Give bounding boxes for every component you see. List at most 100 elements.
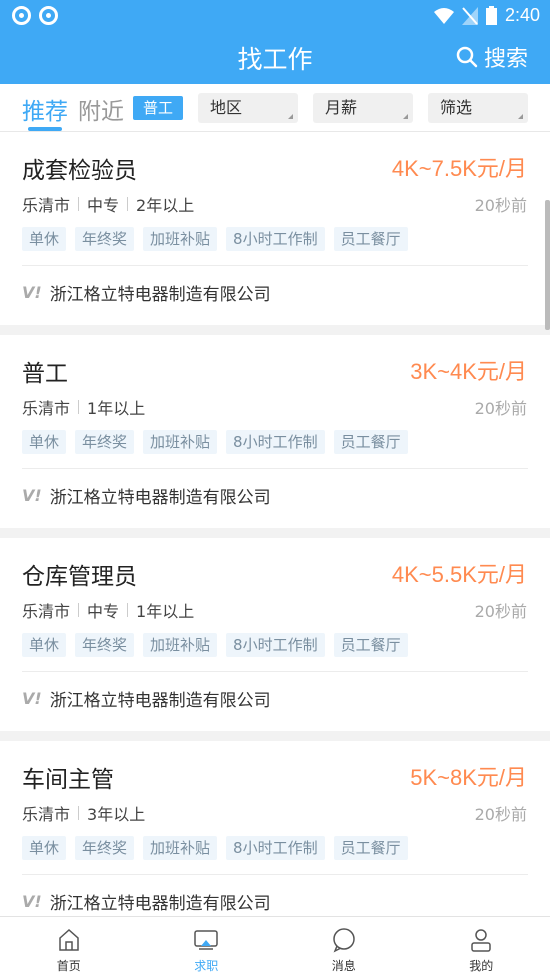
company-name: 浙江格立特电器制造有限公司 [49,488,271,508]
company-name: 浙江格立特电器制造有限公司 [49,894,271,914]
wifi-icon [433,7,454,24]
job-title: 仓库管理员 [22,564,137,590]
tab-recommend[interactable]: 推荐 [22,92,68,126]
job-experience: 1年以上 [87,399,146,418]
job-tag: 加班补贴 [143,430,218,454]
message-icon [333,928,355,953]
job-tag: 单休 [22,227,67,251]
filter-bar: 推荐 附近 普工 地区 月薪 筛选 [0,84,550,132]
company-row[interactable]: V! 浙江格立特电器制造有限公司 [22,280,271,305]
job-posted-time: 20秒前 [474,602,527,621]
job-title: 成套检验员 [22,158,137,184]
search-button[interactable]: 搜索 [456,41,528,73]
dropdown-arrow-icon [518,114,523,119]
dropdown-arrow-icon [403,114,408,119]
job-tag: 单休 [22,430,67,454]
region-dropdown[interactable]: 地区 [198,93,298,123]
filter-dropdown[interactable]: 筛选 [428,93,528,123]
company-name: 浙江格立特电器制造有限公司 [49,285,271,305]
job-meta: 乐清市 3年以上 [22,801,145,825]
verified-company-icon: V! [22,283,42,302]
job-tag: 员工餐厅 [333,430,408,454]
job-tag: 员工餐厅 [333,836,408,860]
job-tag: 8小时工作制 [226,633,325,657]
no-signal-icon [461,6,478,25]
home-icon [59,928,79,951]
job-search-icon [194,930,218,950]
job-location: 乐清市 [22,196,71,215]
filter-dropdown-label: 筛选 [440,98,473,117]
job-tag: 年终奖 [75,227,135,251]
job-salary: 4K~5.5K元/月 [391,562,527,587]
tab-nearby[interactable]: 附近 [78,92,124,126]
category-chip[interactable]: 普工 [133,96,183,120]
nav-profile[interactable]: 我的 [413,917,550,978]
verified-company-icon: V! [22,486,42,505]
job-education: 中专 [87,602,120,621]
job-posted-time: 20秒前 [474,196,527,215]
verified-company-icon: V! [22,689,42,708]
battery-icon [485,6,497,25]
active-tab-indicator [28,127,62,131]
job-tag: 年终奖 [75,633,135,657]
bottom-nav: 首页 求职 消息 我的 [0,916,550,978]
job-posted-time: 20秒前 [474,805,527,824]
status-time: 2:40 [504,5,540,25]
job-card[interactable]: 普工 3K~4K元/月 乐清市 1年以上 20秒前 单休 年终奖 加班补贴 8小… [0,335,550,528]
company-name: 浙江格立特电器制造有限公司 [49,691,271,711]
job-list[interactable]: 成套检验员 4K~7.5K元/月 乐清市 中专 2年以上 20秒前 单休 年终奖… [0,132,550,916]
divider [22,265,528,266]
job-tags: 单休 年终奖 加班补贴 8小时工作制 员工餐厅 [22,227,408,251]
company-row[interactable]: V! 浙江格立特电器制造有限公司 [22,686,271,711]
region-dropdown-label: 地区 [210,98,243,117]
job-tag: 员工餐厅 [333,633,408,657]
job-card[interactable]: 成套检验员 4K~7.5K元/月 乐清市 中专 2年以上 20秒前 单休 年终奖… [0,132,550,325]
job-location: 乐清市 [22,399,71,418]
divider [22,874,528,875]
nav-home-label: 首页 [56,959,81,973]
nav-home[interactable]: 首页 [0,917,138,978]
job-salary: 3K~4K元/月 [410,359,527,384]
job-salary: 5K~8K元/月 [410,765,527,790]
job-location: 乐清市 [22,805,71,824]
job-meta: 乐清市 中专 1年以上 [22,598,194,622]
job-card[interactable]: 车间主管 5K~8K元/月 乐清市 3年以上 20秒前 单休 年终奖 加班补贴 … [0,741,550,916]
job-tag: 单休 [22,633,67,657]
job-card[interactable]: 仓库管理员 4K~5.5K元/月 乐清市 中专 1年以上 20秒前 单休 年终奖… [0,538,550,731]
salary-dropdown-label: 月薪 [325,98,358,117]
profile-icon [471,929,491,952]
search-label: 搜索 [483,47,528,72]
job-tag: 加班补贴 [143,227,218,251]
search-icon [456,46,478,68]
salary-dropdown[interactable]: 月薪 [313,93,413,123]
job-tags: 单休 年终奖 加班补贴 8小时工作制 员工餐厅 [22,633,408,657]
job-tag: 年终奖 [75,430,135,454]
nav-messages[interactable]: 消息 [275,917,413,978]
dropdown-arrow-icon [288,114,293,119]
company-row[interactable]: V! 浙江格立特电器制造有限公司 [22,483,271,508]
job-title: 车间主管 [22,767,114,793]
nav-messages-label: 消息 [331,959,356,973]
job-location: 乐清市 [22,602,71,621]
job-posted-time: 20秒前 [474,399,527,418]
job-tag: 8小时工作制 [226,430,325,454]
app-header: 找工作 搜索 [0,30,550,84]
job-meta: 乐清市 1年以上 [22,395,145,419]
company-row[interactable]: V! 浙江格立特电器制造有限公司 [22,889,271,914]
job-tag: 8小时工作制 [226,836,325,860]
nav-job-search[interactable]: 求职 [138,917,276,978]
job-tags: 单休 年终奖 加班补贴 8小时工作制 员工餐厅 [22,836,408,860]
job-tags: 单休 年终奖 加班补贴 8小时工作制 员工餐厅 [22,430,408,454]
status-bar: 2:40 [0,0,550,30]
divider [22,468,528,469]
job-experience: 3年以上 [87,805,146,824]
app-notification-icon [12,6,31,25]
list-scrollbar[interactable] [545,200,550,330]
divider [22,671,528,672]
status-system: 2:40 [433,5,540,26]
job-experience: 1年以上 [136,602,195,621]
status-notifications [12,6,58,25]
job-tag: 8小时工作制 [226,227,325,251]
verified-company-icon: V! [22,892,42,911]
nav-job-search-label: 求职 [194,959,219,973]
